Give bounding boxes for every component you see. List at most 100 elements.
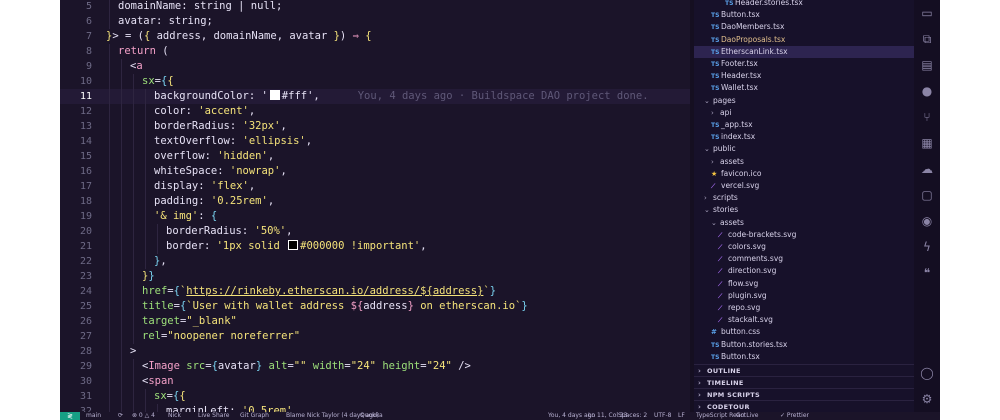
code-line[interactable]: 23}} [60, 269, 690, 284]
status-sync[interactable]: ⟳ [118, 412, 123, 420]
file-explorer[interactable]: TS Header.stories.tsx TS Button.tsx TS DaoMem… [694, 0, 914, 412]
code-line[interactable]: 8 return ( [60, 44, 690, 59]
tree-file-item[interactable]: TS Button.stories.tsx [694, 339, 914, 351]
folder-icon[interactable]: ▢ [919, 187, 935, 203]
code-line[interactable]: 11 backgroundColor: ' #fff', You, 4 days ag… [60, 89, 690, 104]
tree-file-item[interactable]: TS Button.tsx [694, 9, 914, 21]
account-icon[interactable]: ◯ [919, 365, 935, 381]
tree-file-item[interactable]: # button.css [694, 326, 914, 338]
remote-indicator-button[interactable]: ≷ [60, 412, 80, 420]
tree-file-item[interactable]: TS EtherscanLink.tsx [694, 45, 914, 58]
tree-file-item[interactable]: TS Header.stories.tsx [694, 0, 914, 9]
code-line[interactable]: 29 <Image src={avatar} alt="" width="24" … [60, 359, 690, 374]
lightning-icon[interactable]: ϟ [919, 239, 935, 255]
indent-guide [109, 254, 110, 269]
extensions-icon[interactable]: ⧉ [919, 31, 935, 47]
code-line[interactable]: 19 '& img': { [60, 209, 690, 224]
status-live-share[interactable]: Live Share [198, 412, 229, 420]
tree-file-item[interactable]: TS Footer.tsx [694, 58, 914, 70]
status-user[interactable]: Nick [168, 412, 181, 420]
sidebar-section-codetour[interactable]: › CODETOUR [694, 400, 914, 412]
indent-guide [133, 329, 134, 344]
tree-file-item[interactable]: ⟋ code-brackets.svg [694, 229, 914, 241]
status-problems[interactable]: ⊗ 0 △ 4 [132, 412, 155, 420]
tree-file-item[interactable]: ★ favicon.ico [694, 168, 914, 180]
code-line[interactable]: 15 overflow: 'hidden', [60, 149, 690, 164]
tree-folder-item[interactable]: › assets [694, 156, 914, 168]
status-eol[interactable]: LF [678, 412, 685, 420]
tree-file-item[interactable]: ⟋ direction.svg [694, 265, 914, 277]
code-token: sx [154, 390, 167, 402]
code-line[interactable]: 7}> = ({ address, domainName, avatar }) … [60, 29, 690, 44]
tree-file-item[interactable]: ⟋ colors.svg [694, 241, 914, 253]
tree-folder-item[interactable]: ⌄ public [694, 143, 914, 155]
code-line[interactable]: 26 target="_blank" [60, 314, 690, 329]
code-line[interactable]: 27 rel="noopener noreferrer" [60, 329, 690, 344]
code-line[interactable]: 16 whiteSpace: 'nowrap', [60, 164, 690, 179]
indent-guide [133, 254, 134, 269]
code-token: backgroundColor [154, 90, 249, 102]
status-branch[interactable]: main [86, 412, 101, 420]
indent-guide [145, 89, 146, 104]
indent-guide [109, 119, 110, 134]
code-line[interactable]: 28 > [60, 344, 690, 359]
code-line[interactable]: 9 <a [60, 59, 690, 74]
code-line[interactable]: 30 <span [60, 374, 690, 389]
code-line[interactable]: 13 borderRadius: '32px', [60, 119, 690, 134]
code-line[interactable]: 31 sx={{ [60, 389, 690, 404]
panel-icon[interactable]: ▤ [919, 57, 935, 73]
code-line[interactable]: 32 marginLeft: '0.5rem', [60, 404, 690, 412]
status-quokka[interactable]: Quokka [360, 412, 383, 420]
code-line[interactable]: 6 avatar: string; [60, 14, 690, 29]
code-text: }} [142, 269, 155, 284]
code-token: , [420, 240, 427, 252]
code-line[interactable]: 18 padding: '0.25rem', [60, 194, 690, 209]
code-editor[interactable]: 5 domainName: string | null; 6 avatar: stri… [60, 0, 690, 412]
remote-explorer-icon[interactable]: ▭ [919, 5, 935, 21]
tree-file-item[interactable]: ⟋ plugin.svg [694, 290, 914, 302]
tree-folder-item[interactable]: › scripts [694, 192, 914, 204]
settings-icon[interactable]: ⚙ [919, 391, 935, 407]
tree-file-item[interactable]: TS _app.tsx [694, 119, 914, 131]
tree-file-item[interactable]: TSDaoProposals.tsx4 [694, 34, 914, 46]
docker-icon[interactable]: ☁ [919, 161, 935, 177]
code-line[interactable]: 24 href={`https://rinkeby.etherscan.io/ad… [60, 284, 690, 299]
tree-folder-item[interactable]: ⌄ assets [694, 217, 914, 229]
code-line[interactable]: 5 domainName: string | null; [60, 0, 690, 14]
quote-icon[interactable]: ❝ [919, 265, 935, 281]
code-line[interactable]: 12 color: 'accent', [60, 104, 690, 119]
tree-file-item[interactable]: ⟋ flow.svg [694, 278, 914, 290]
tree-file-item[interactable]: TS Wallet.tsx [694, 82, 914, 94]
tree-file-item[interactable]: TS Button.tsx [694, 351, 914, 363]
code-line[interactable]: 22}, [60, 254, 690, 269]
tree-folder-item[interactable]: ⌄ stories [694, 204, 914, 216]
code-line[interactable]: 10 sx={{ [60, 74, 690, 89]
code-line[interactable]: 21 border: '1px solid #000000 !important'… [60, 239, 690, 254]
line-number: 18 [79, 196, 92, 207]
indent-guide [109, 329, 110, 344]
tree-folder-item[interactable]: › api [694, 107, 914, 119]
tree-folder-item[interactable]: ⌄ pages [694, 95, 914, 107]
tree-file-item[interactable]: TS index.tsx [694, 131, 914, 143]
status-encoding[interactable]: UTF-8 [654, 412, 672, 420]
tree-file-item[interactable]: ⟋ repo.svg [694, 302, 914, 314]
tree-file-item[interactable]: TS DaoMembers.tsx [694, 21, 914, 33]
source-control-icon[interactable]: ⑂ [919, 109, 935, 125]
code-line[interactable]: 20 borderRadius: '50%', [60, 224, 690, 239]
tree-file-item[interactable]: ⟋ stackalt.svg [694, 314, 914, 326]
code-line[interactable]: 17 display: 'flex', [60, 179, 690, 194]
tree-file-item[interactable]: ⟋ vercel.svg [694, 180, 914, 192]
status-go-live[interactable]: Go Live [736, 412, 758, 420]
line-number: 31 [79, 391, 92, 402]
status-spaces[interactable]: Spaces: 2 [618, 412, 647, 420]
code-line[interactable]: 25 title={`User with wallet address ${add… [60, 299, 690, 314]
github-icon[interactable]: ● [919, 83, 935, 99]
tree-file-item[interactable]: ⟋ comments.svg [694, 253, 914, 265]
status-prettier[interactable]: ✓ Prettier [780, 412, 809, 420]
tree-file-item[interactable]: TS Header.tsx [694, 70, 914, 82]
code-line[interactable]: 14 textOverflow: 'ellipsis', [60, 134, 690, 149]
status-graph[interactable]: Git Graph [240, 412, 269, 420]
database-icon[interactable]: ▦ [919, 135, 935, 151]
indent-guide [121, 179, 122, 194]
gitlens-icon[interactable]: ◉ [919, 213, 935, 229]
